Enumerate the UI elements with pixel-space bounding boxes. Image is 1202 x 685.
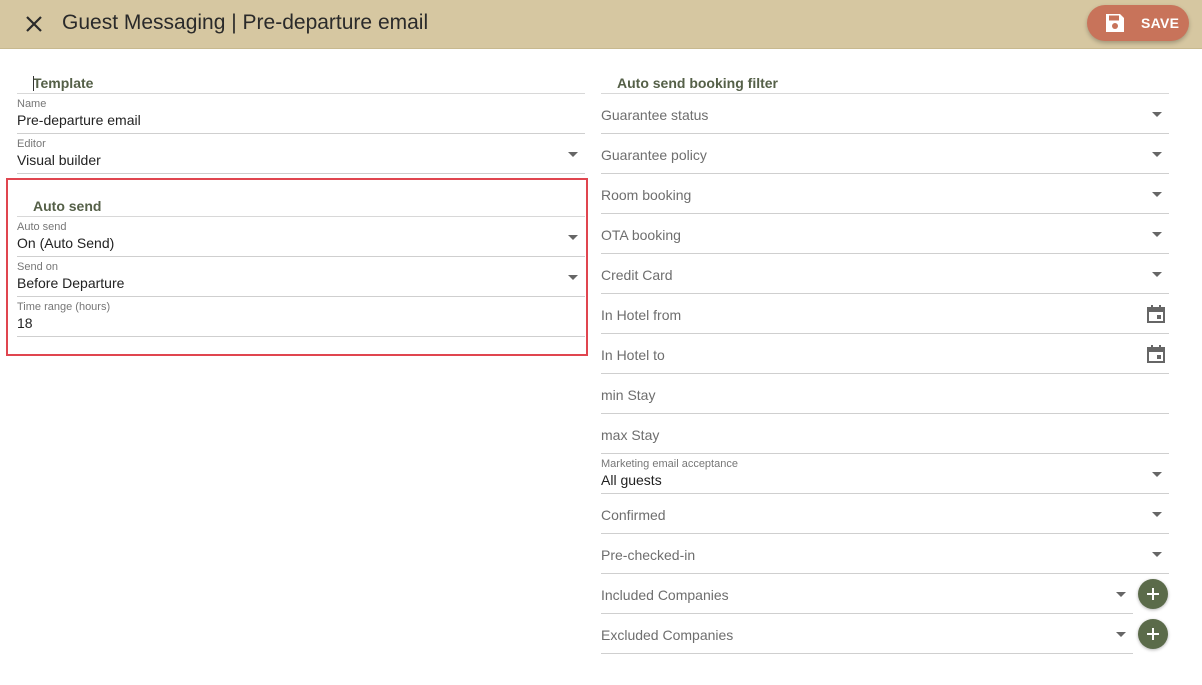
text-cursor [33, 76, 34, 91]
marketing-acceptance-select[interactable]: Marketing email acceptance All guests [601, 455, 1169, 494]
auto-send-label: Auto send [17, 221, 67, 233]
chevron-down-icon [1152, 152, 1162, 157]
save-label: SAVE [1141, 15, 1180, 31]
name-field[interactable]: Name Pre-departure email [17, 95, 585, 134]
ota-booking-label: OTA booking [601, 227, 681, 243]
auto-send-select[interactable]: Auto send On (Auto Send) [17, 218, 585, 257]
min-stay-field[interactable]: min Stay [601, 375, 1169, 414]
editor-label: Editor [17, 138, 46, 150]
chevron-down-icon [1152, 192, 1162, 197]
send-on-select[interactable]: Send on Before Departure [17, 258, 585, 297]
chevron-down-icon [568, 152, 578, 157]
included-companies-label: Included Companies [601, 587, 729, 603]
auto-send-section-title: Auto send [33, 198, 102, 214]
filter-section-title: Auto send booking filter [617, 75, 778, 91]
chevron-down-icon [1152, 472, 1162, 477]
chevron-down-icon [568, 235, 578, 240]
send-on-label: Send on [17, 261, 58, 273]
room-booking-select[interactable]: Room booking [601, 175, 1169, 214]
close-button[interactable] [20, 10, 48, 38]
credit-card-label: Credit Card [601, 267, 673, 283]
chevron-down-icon [1152, 272, 1162, 277]
chevron-down-icon [1116, 592, 1126, 597]
add-included-company-button[interactable] [1138, 579, 1168, 609]
calendar-icon[interactable] [1146, 304, 1166, 324]
plus-icon [1147, 628, 1159, 640]
guarantee-status-label: Guarantee status [601, 107, 709, 123]
divider [17, 93, 585, 94]
floppy-disk-icon [1106, 14, 1124, 32]
guarantee-policy-select[interactable]: Guarantee policy [601, 135, 1169, 174]
pre-checked-in-label: Pre-checked-in [601, 547, 696, 563]
calendar-icon[interactable] [1146, 344, 1166, 364]
add-excluded-company-button[interactable] [1138, 619, 1168, 649]
chevron-down-icon [1116, 632, 1126, 637]
chevron-down-icon [568, 275, 578, 280]
template-section-title: Template [33, 75, 94, 91]
in-hotel-to-field[interactable]: In Hotel to [601, 335, 1169, 374]
chevron-down-icon [1152, 112, 1162, 117]
send-on-value: Before Departure [17, 275, 125, 291]
excluded-companies-label: Excluded Companies [601, 627, 734, 643]
in-hotel-from-field[interactable]: In Hotel from [601, 295, 1169, 334]
chevron-down-icon [1152, 512, 1162, 517]
in-hotel-to-label: In Hotel to [601, 347, 665, 363]
marketing-acceptance-label: Marketing email acceptance [601, 458, 738, 470]
room-booking-label: Room booking [601, 187, 692, 203]
time-range-value: 18 [17, 315, 33, 331]
divider [17, 216, 585, 217]
close-icon [26, 16, 42, 32]
top-app-bar: Guest Messaging | Pre-departure email SA… [0, 0, 1202, 49]
editor-select[interactable]: Editor Visual builder [17, 135, 585, 174]
excluded-companies-select[interactable]: Excluded Companies [601, 615, 1133, 654]
ota-booking-select[interactable]: OTA booking [601, 215, 1169, 254]
plus-icon [1147, 588, 1159, 600]
guarantee-policy-label: Guarantee policy [601, 147, 707, 163]
credit-card-select[interactable]: Credit Card [601, 255, 1169, 294]
name-value: Pre-departure email [17, 112, 141, 128]
page-title: Guest Messaging | Pre-departure email [62, 11, 429, 34]
min-stay-label: min Stay [601, 387, 656, 403]
save-button[interactable]: SAVE [1087, 5, 1189, 41]
confirmed-select[interactable]: Confirmed [601, 495, 1169, 534]
editor-value: Visual builder [17, 152, 101, 168]
time-range-label: Time range (hours) [17, 301, 111, 313]
max-stay-label: max Stay [601, 427, 660, 443]
time-range-field[interactable]: Time range (hours) 18 [17, 298, 585, 337]
chevron-down-icon [1152, 232, 1162, 237]
divider [601, 93, 1169, 94]
included-companies-select[interactable]: Included Companies [601, 575, 1133, 614]
confirmed-label: Confirmed [601, 507, 666, 523]
max-stay-field[interactable]: max Stay [601, 415, 1169, 454]
name-label: Name [17, 98, 47, 110]
in-hotel-from-label: In Hotel from [601, 307, 682, 323]
pre-checked-in-select[interactable]: Pre-checked-in [601, 535, 1169, 574]
chevron-down-icon [1152, 552, 1162, 557]
auto-send-value: On (Auto Send) [17, 235, 115, 251]
marketing-acceptance-value: All guests [601, 472, 662, 488]
guarantee-status-select[interactable]: Guarantee status [601, 95, 1169, 134]
